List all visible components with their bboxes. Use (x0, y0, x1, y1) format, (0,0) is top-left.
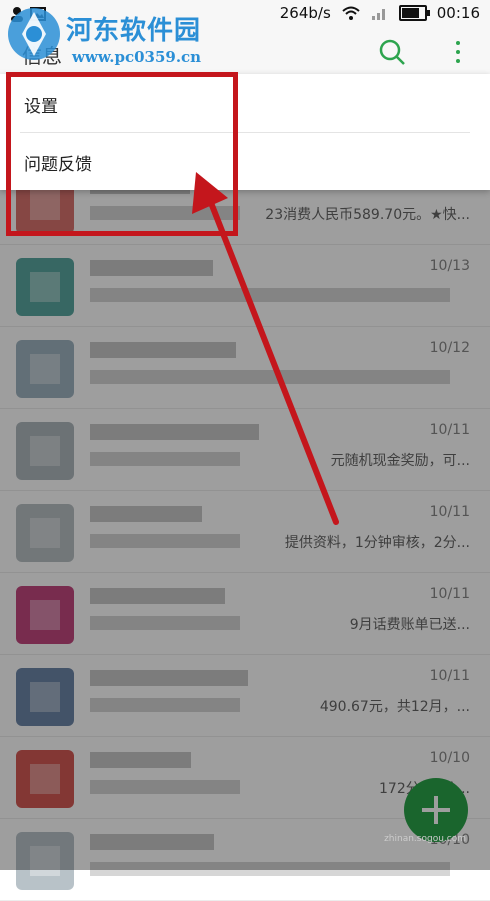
image-icon (30, 7, 46, 21)
notification-icons (10, 6, 46, 22)
clock: 00:16 (436, 4, 480, 22)
search-button[interactable] (376, 36, 408, 68)
battery-icon (398, 5, 430, 21)
status-bar: 264b/s 00:16 (0, 0, 490, 30)
wifi-icon (342, 6, 360, 20)
page-title: 信息 (22, 44, 62, 68)
search-icon (379, 39, 405, 65)
signal-icon (371, 9, 385, 20)
annotation-highlight-box (6, 72, 238, 236)
more-options-button[interactable] (448, 38, 468, 66)
person-icon (11, 7, 23, 22)
more-vert-icon (456, 40, 460, 45)
dim-overlay[interactable] (0, 190, 490, 870)
network-speed: 264b/s (279, 4, 331, 22)
app-bar: 信息 (0, 30, 490, 75)
corner-watermark: zhinan.sogou.com (384, 834, 466, 844)
